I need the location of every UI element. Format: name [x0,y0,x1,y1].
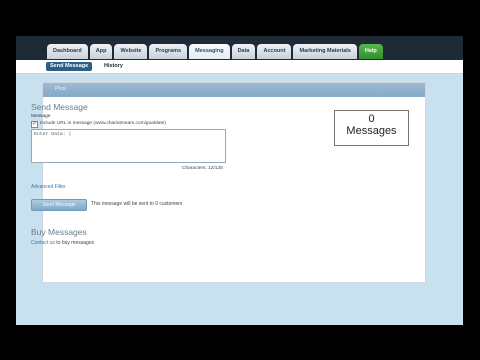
panel-header-label: Plus [55,86,66,92]
buy-messages-suffix: to buy messages [54,240,95,246]
tab-app[interactable]: App [89,44,113,59]
main-nav: Dashboard App Website Programs Messaging… [47,44,383,60]
advanced-filter-link[interactable]: Advanced Filter [31,184,66,190]
tab-marketing-materials[interactable]: Marketing Materials [293,44,357,59]
messages-count-label: Messages [346,125,397,137]
tab-messaging[interactable]: Messaging [189,44,230,59]
include-url-label: Include URL in message (www.chariotmears… [40,121,166,126]
messages-counter: 0 Messages [334,110,409,146]
panel-header: Plus [43,83,425,97]
right-edge-bar [463,36,480,325]
tab-website[interactable]: Website [114,44,148,59]
tab-help[interactable]: Help [358,44,383,59]
buy-messages-heading: Buy Messages [31,227,87,237]
message-label: Message [31,114,51,119]
send-message-heading: Send Message [31,102,88,112]
contact-us-link[interactable]: Contact us [31,240,55,246]
sub-nav: Send Message History [16,60,463,74]
include-url-checkbox[interactable]: ✓ [31,121,38,128]
buy-messages-line: Contact us to buy messages [31,240,94,246]
subtab-send-message[interactable]: Send Message [46,62,93,71]
message-textarea[interactable]: Enter Data: | [31,129,226,163]
tab-account[interactable]: Account [257,44,292,59]
subtab-history[interactable]: History [100,62,127,71]
tab-programs[interactable]: Programs [149,44,188,59]
send-message-button[interactable]: Send Message [31,199,87,211]
tab-data[interactable]: Data [231,44,256,59]
messages-count: 0 [368,113,375,125]
app-screen: Dashboard App Website Programs Messaging… [16,36,463,325]
character-count: Characters: 12/125 [182,166,223,171]
recipients-text: This message will be sent to 0 customers [91,201,183,207]
tab-dashboard[interactable]: Dashboard [47,44,88,59]
